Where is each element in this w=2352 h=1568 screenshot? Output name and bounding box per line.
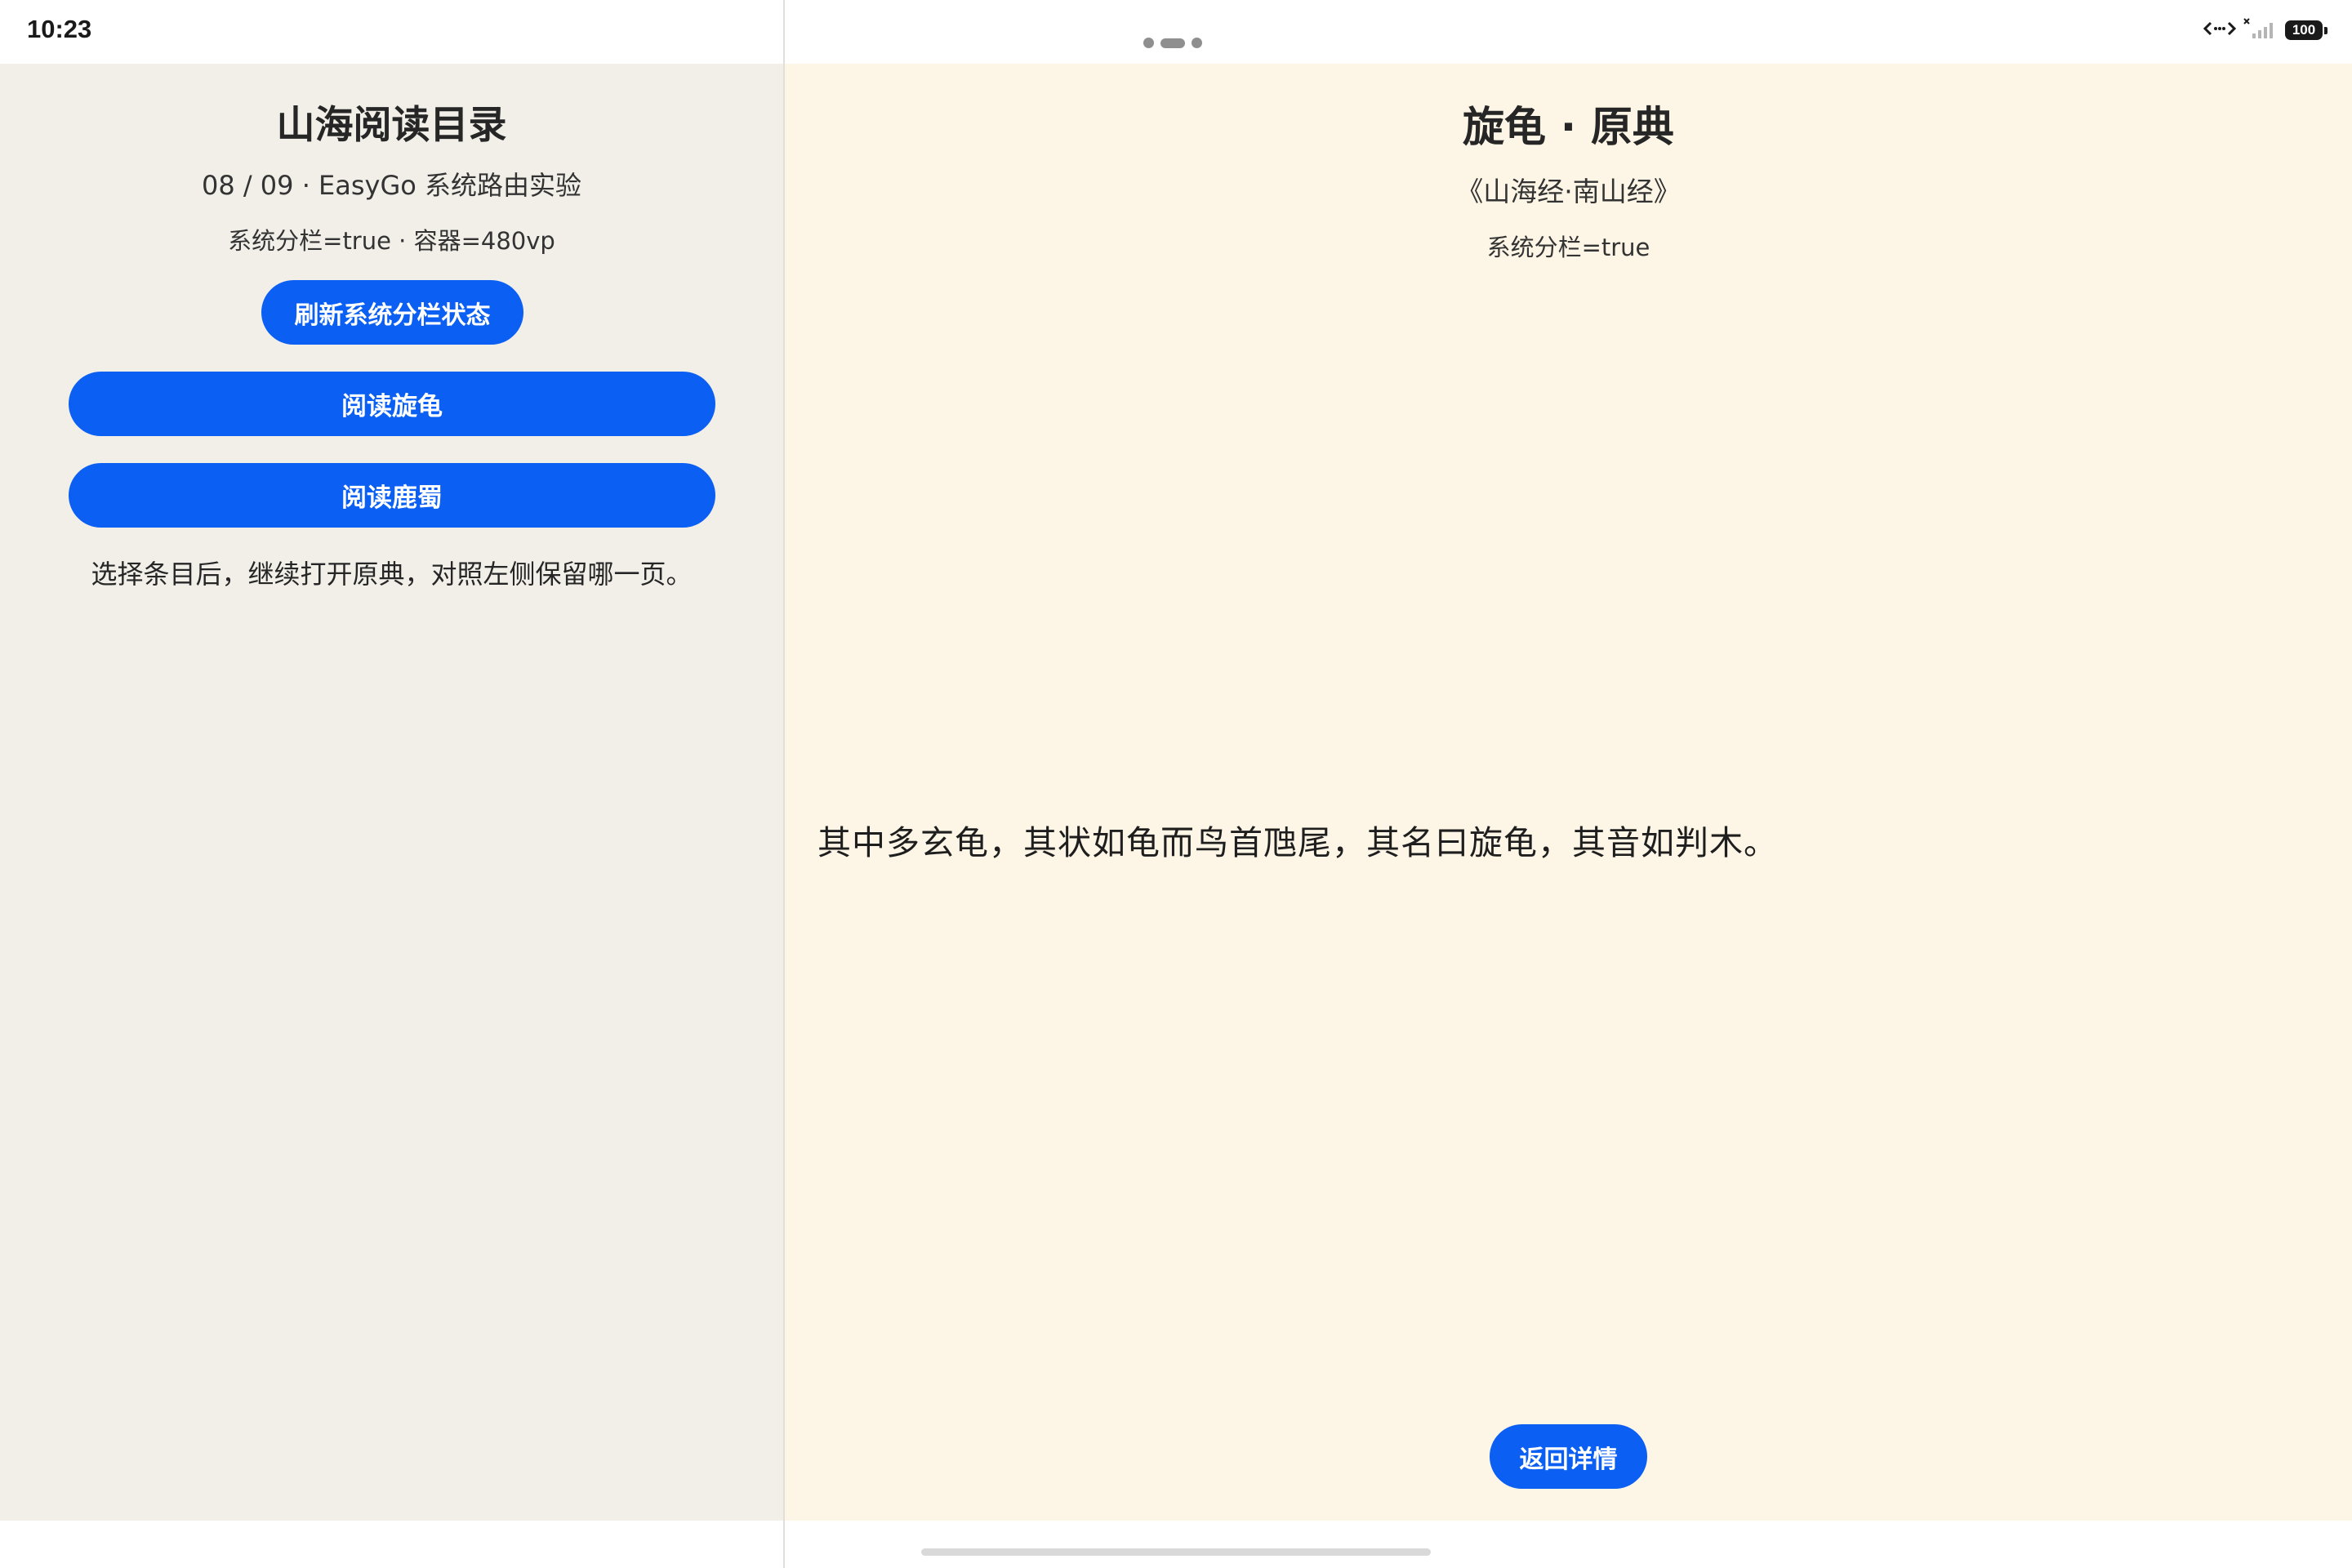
handle-dot-left <box>1143 38 1154 48</box>
status-icons: 100 <box>2203 17 2328 43</box>
read-xuangui-button[interactable]: 阅读旋龟 <box>69 372 715 436</box>
catalog-hint: 选择条目后，继续打开原典，对照左侧保留哪一页。 <box>91 559 693 590</box>
battery-level: 100 <box>2292 22 2316 38</box>
classic-title: 旋龟 · 原典 <box>1463 104 1674 152</box>
catalog-title: 山海阅读目录 <box>276 103 507 148</box>
device-screen: 10:23 100 山海阅读目录 08 / 09 · EasyGo 系统路由实验… <box>0 0 2352 1568</box>
home-indicator[interactable] <box>921 1548 1431 1556</box>
battery-icon: 100 <box>2285 20 2328 40</box>
handle-bar <box>1160 38 1185 48</box>
catalog-meta: 08 / 09 · EasyGo 系统路由实验 <box>201 170 582 201</box>
no-sim-signal-icon <box>2243 17 2278 43</box>
read-lushu-button[interactable]: 阅读鹿蜀 <box>69 463 715 528</box>
refresh-split-button[interactable]: 刷新系统分栏状态 <box>261 280 523 345</box>
catalog-pane: 山海阅读目录 08 / 09 · EasyGo 系统路由实验 系统分栏=true… <box>0 64 783 1521</box>
status-time: 10:23 <box>27 15 92 43</box>
network-transfer-icon <box>2203 19 2237 42</box>
classic-body-text: 其中多玄龟，其状如龟而鸟首虺尾，其名曰旋龟，其音如判木。 <box>817 823 1778 862</box>
classic-source: 《山海经·南山经》 <box>1456 176 1681 207</box>
back-to-detail-button[interactable]: 返回详情 <box>1490 1424 1647 1489</box>
classic-split-status: 系统分栏=true <box>1486 234 1650 261</box>
handle-dot-right <box>1192 38 1202 48</box>
split-status: 系统分栏=true · 容器=480vp <box>228 227 555 255</box>
multi-window-handle[interactable] <box>1143 38 1202 48</box>
classic-text-pane: 旋龟 · 原典 《山海经·南山经》 系统分栏=true 其中多玄龟，其状如龟而鸟… <box>785 64 2352 1521</box>
